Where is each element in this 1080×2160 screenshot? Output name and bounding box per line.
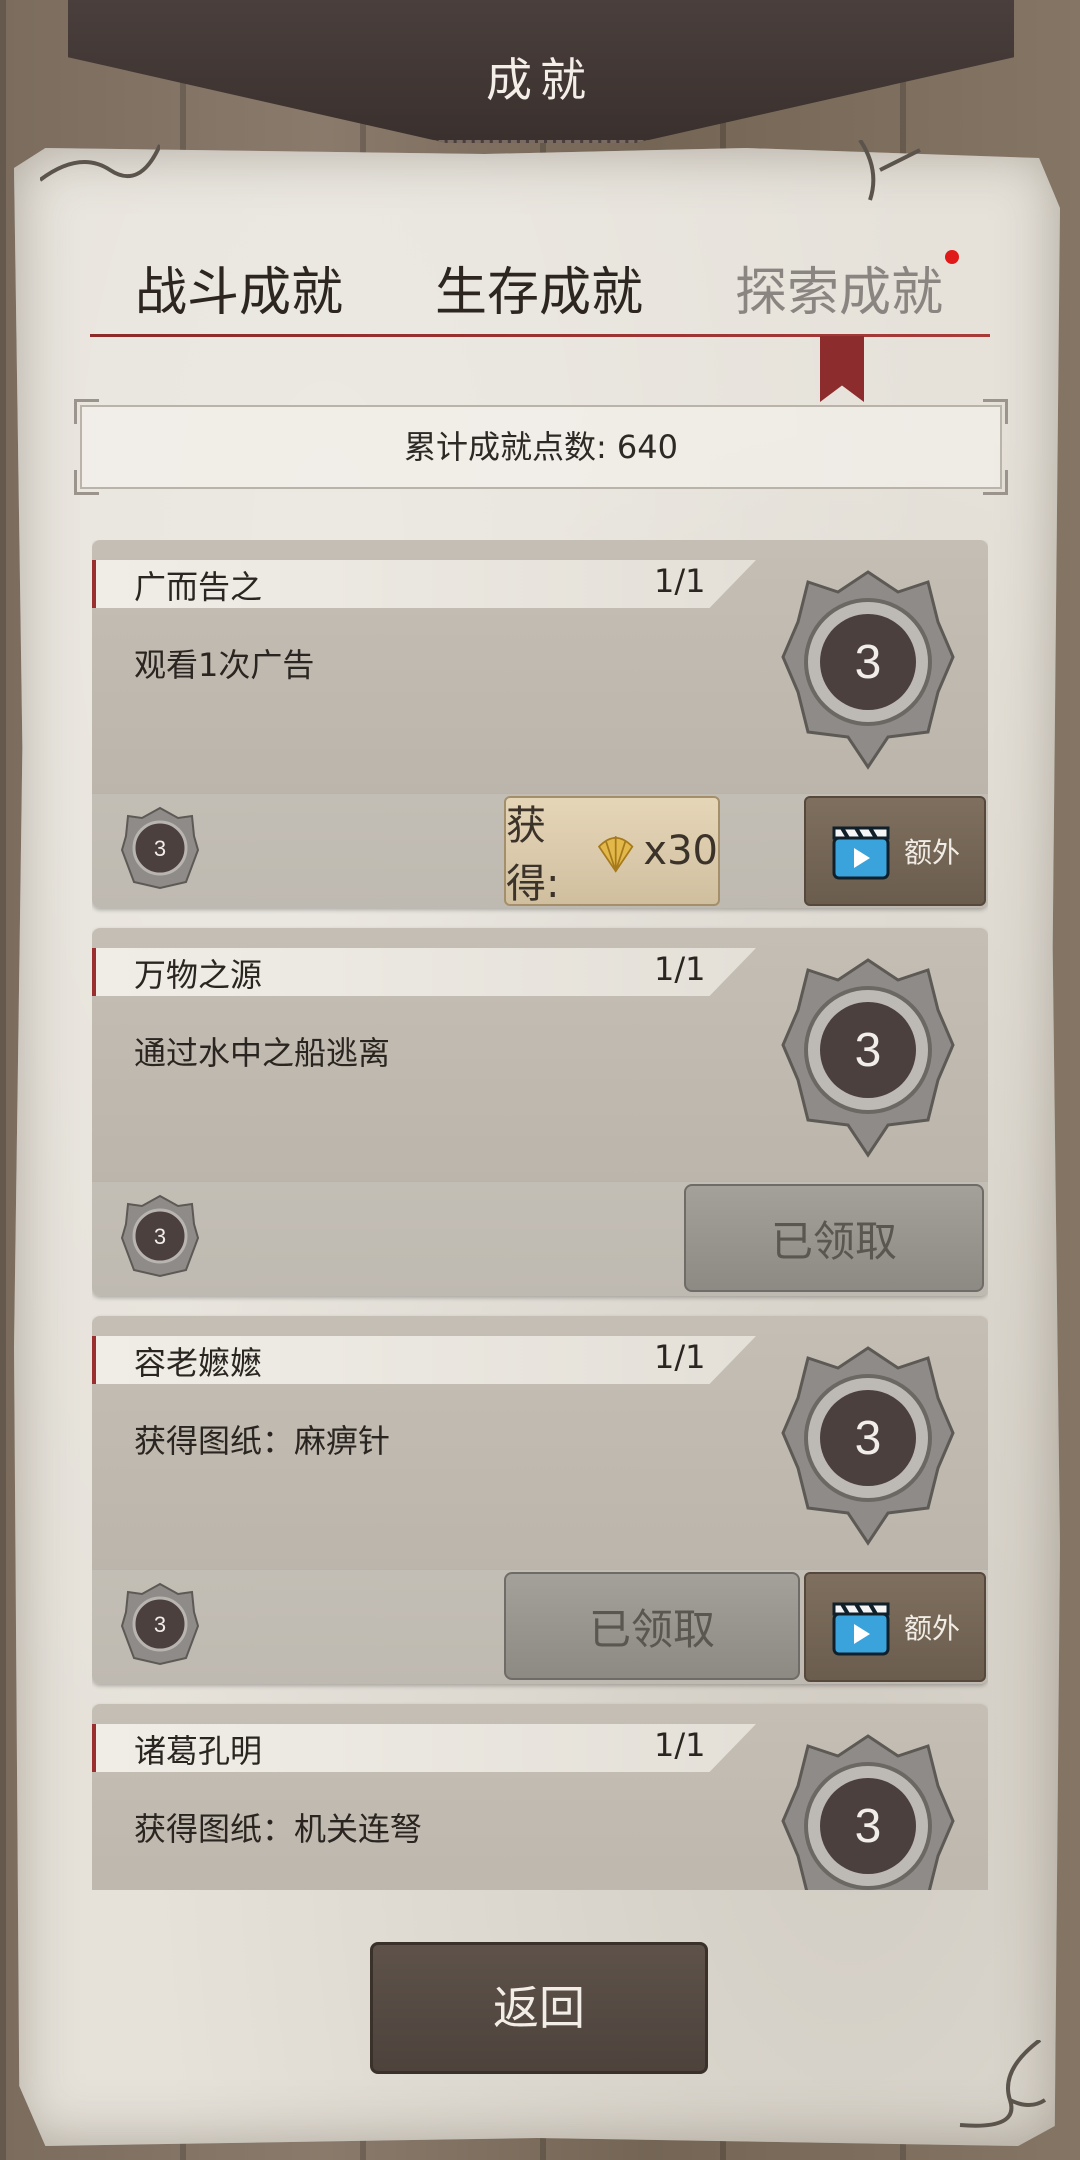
- small-medal-value: 3: [154, 1612, 166, 1637]
- tab-combat[interactable]: 战斗成就: [135, 250, 343, 325]
- medal-value: 3: [855, 1800, 882, 1853]
- medal-value: 3: [855, 636, 882, 689]
- reward-label: 获得:: [506, 803, 560, 907]
- medal-icon: 3: [781, 958, 955, 1158]
- achievement-description: 通过水中之船逃离: [134, 1034, 391, 1072]
- medal-icon: 3: [781, 570, 955, 770]
- page-title: 成就: [486, 53, 594, 107]
- reward-amount: x30: [643, 828, 718, 874]
- small-medal-value: 3: [154, 836, 166, 861]
- achievement-points-bar: 累计成就点数: 640: [74, 399, 1008, 495]
- video-clapper-icon: [832, 1602, 890, 1656]
- small-medal-icon: 3: [120, 1194, 200, 1278]
- achievement-progress: 1/1: [654, 562, 706, 600]
- achievement-progress: 1/1: [654, 950, 706, 988]
- medal-icon: 3: [781, 1346, 955, 1546]
- tab-exploration[interactable]: 探索成就: [735, 250, 943, 325]
- achievement-name: 诸葛孔明: [134, 1732, 263, 1770]
- achievement-list[interactable]: 广而告之 1/1 观看1次广告 3 3 获得: x30 额外 万物之源 1/1 …: [92, 540, 988, 1890]
- achievement-description: 获得图纸：机关连弩: [134, 1810, 423, 1848]
- video-clapper-icon: [832, 826, 890, 880]
- medal-value: 3: [855, 1412, 882, 1465]
- extra-reward-button[interactable]: 额外: [804, 1572, 986, 1682]
- notification-dot: [945, 250, 959, 264]
- achievement-progress: 1/1: [654, 1338, 706, 1376]
- achievement-progress: 1/1: [654, 1726, 706, 1764]
- achievement-name: 万物之源: [134, 956, 263, 994]
- small-medal-icon: 3: [120, 806, 200, 890]
- medal-icon: 3: [781, 1734, 955, 1890]
- achievement-card: 广而告之 1/1 观看1次广告 3 3 获得: x30 额外: [92, 540, 988, 908]
- extra-label: 额外: [903, 1612, 960, 1645]
- paper-crack-decoration: [858, 140, 921, 201]
- tab-bar: 战斗成就 生存成就 探索成就: [90, 250, 1000, 330]
- achievement-card: 容老嬷嬷 1/1 获得图纸：麻痹针 3 3 已领取 额外: [92, 1316, 988, 1684]
- claim-reward-button[interactable]: 获得: x30: [504, 796, 720, 907]
- achievement-description: 观看1次广告: [134, 646, 315, 684]
- paper-crack-decoration: [40, 144, 160, 182]
- achievement-name: 广而告之: [134, 568, 263, 606]
- medal-value: 3: [855, 1024, 882, 1077]
- return-button[interactable]: 返回: [370, 1942, 708, 2074]
- achievement-points-label: 累计成就点数: 640: [403, 428, 679, 466]
- claimed-button[interactable]: 已领取: [504, 1572, 800, 1680]
- achievement-card: 诸葛孔明 1/1 获得图纸：机关连弩 3: [92, 1704, 988, 1890]
- extra-reward-button[interactable]: 额外: [804, 796, 986, 906]
- small-medal-icon: 3: [120, 1582, 200, 1666]
- small-medal-value: 3: [154, 1224, 166, 1249]
- achievement-card: 万物之源 1/1 通过水中之船逃离 3 3 已领取: [92, 928, 988, 1296]
- claimed-button[interactable]: 已领取: [684, 1184, 984, 1292]
- tab-survival[interactable]: 生存成就: [435, 250, 643, 325]
- shell-icon: [597, 836, 634, 873]
- extra-label: 额外: [903, 836, 960, 869]
- achievement-name: 容老嬷嬷: [134, 1344, 263, 1382]
- achievement-description: 获得图纸：麻痹针: [134, 1422, 391, 1460]
- paper-crack-decoration: [959, 2040, 1047, 2128]
